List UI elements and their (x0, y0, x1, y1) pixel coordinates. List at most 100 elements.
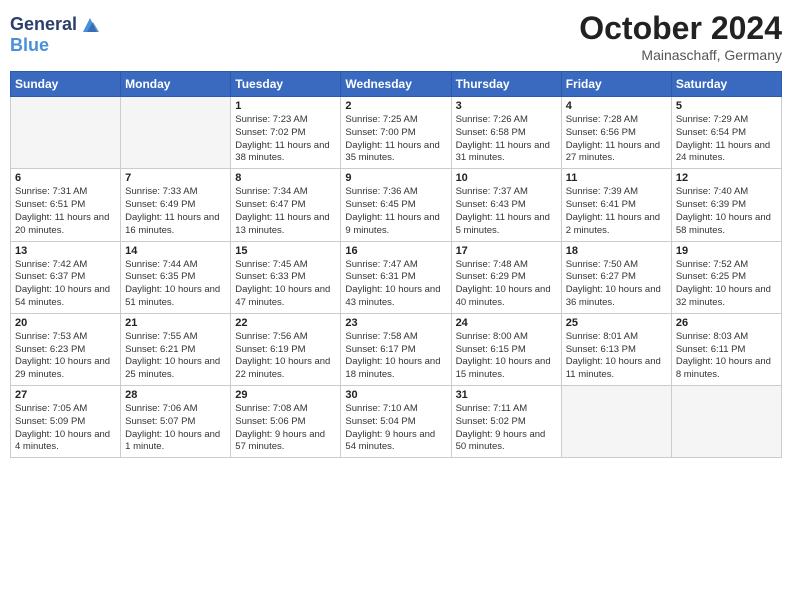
day-number: 14 (125, 245, 226, 257)
day-number: 1 (235, 100, 336, 112)
day-cell: 30 Sunrise: 7:10 AM Sunset: 5:04 PM Dayli… (341, 386, 451, 458)
day-cell (11, 97, 121, 169)
day-cell: 18 Sunrise: 7:50 AM Sunset: 6:27 PM Dayli… (561, 241, 671, 313)
day-info: Sunrise: 7:44 AM Sunset: 6:35 PM Dayligh… (125, 259, 226, 310)
week-row-1: 6 Sunrise: 7:31 AM Sunset: 6:51 PM Daylig… (11, 169, 782, 241)
day-info: Sunrise: 7:31 AM Sunset: 6:51 PM Dayligh… (15, 186, 116, 237)
logo-text: General Blue (10, 14, 101, 56)
day-number: 12 (676, 172, 777, 184)
day-info: Sunrise: 7:25 AM Sunset: 7:00 PM Dayligh… (345, 114, 446, 165)
day-number: 20 (15, 317, 116, 329)
day-info: Sunrise: 7:11 AM Sunset: 5:02 PM Dayligh… (456, 403, 557, 454)
day-info: Sunrise: 7:33 AM Sunset: 6:49 PM Dayligh… (125, 186, 226, 237)
day-cell: 22 Sunrise: 7:56 AM Sunset: 6:19 PM Dayli… (231, 313, 341, 385)
day-number: 15 (235, 245, 336, 257)
day-number: 7 (125, 172, 226, 184)
weekday-header-friday: Friday (561, 72, 671, 97)
day-cell: 19 Sunrise: 7:52 AM Sunset: 6:25 PM Dayli… (671, 241, 781, 313)
day-cell: 27 Sunrise: 7:05 AM Sunset: 5:09 PM Dayli… (11, 386, 121, 458)
day-info: Sunrise: 7:37 AM Sunset: 6:43 PM Dayligh… (456, 186, 557, 237)
day-info: Sunrise: 7:05 AM Sunset: 5:09 PM Dayligh… (15, 403, 116, 454)
day-number: 18 (566, 245, 667, 257)
day-number: 23 (345, 317, 446, 329)
day-cell (671, 386, 781, 458)
day-info: Sunrise: 7:50 AM Sunset: 6:27 PM Dayligh… (566, 259, 667, 310)
day-info: Sunrise: 7:39 AM Sunset: 6:41 PM Dayligh… (566, 186, 667, 237)
day-number: 11 (566, 172, 667, 184)
day-info: Sunrise: 7:23 AM Sunset: 7:02 PM Dayligh… (235, 114, 336, 165)
logo-icon (79, 14, 101, 36)
day-number: 25 (566, 317, 667, 329)
day-info: Sunrise: 7:29 AM Sunset: 6:54 PM Dayligh… (676, 114, 777, 165)
day-number: 16 (345, 245, 446, 257)
day-number: 2 (345, 100, 446, 112)
week-row-0: 1 Sunrise: 7:23 AM Sunset: 7:02 PM Daylig… (11, 97, 782, 169)
day-number: 19 (676, 245, 777, 257)
day-cell: 24 Sunrise: 8:00 AM Sunset: 6:15 PM Dayli… (451, 313, 561, 385)
page-header: General Blue October 2024 Mainaschaff, G… (10, 10, 782, 63)
day-info: Sunrise: 8:03 AM Sunset: 6:11 PM Dayligh… (676, 331, 777, 382)
day-info: Sunrise: 7:53 AM Sunset: 6:23 PM Dayligh… (15, 331, 116, 382)
day-cell: 12 Sunrise: 7:40 AM Sunset: 6:39 PM Dayli… (671, 169, 781, 241)
day-info: Sunrise: 8:01 AM Sunset: 6:13 PM Dayligh… (566, 331, 667, 382)
day-cell (121, 97, 231, 169)
day-cell: 29Sunrise: 7:08 AM Sunset: 5:06 PM Dayli… (231, 386, 341, 458)
day-cell: 13Sunrise: 7:42 AM Sunset: 6:37 PM Dayli… (11, 241, 121, 313)
day-info: Sunrise: 7:45 AM Sunset: 6:33 PM Dayligh… (235, 259, 336, 310)
day-cell: 16 Sunrise: 7:47 AM Sunset: 6:31 PM Dayli… (341, 241, 451, 313)
weekday-header-wednesday: Wednesday (341, 72, 451, 97)
day-info: Sunrise: 7:06 AM Sunset: 5:07 PM Dayligh… (125, 403, 226, 454)
day-info: Sunrise: 7:48 AM Sunset: 6:29 PM Dayligh… (456, 259, 557, 310)
day-cell: 2 Sunrise: 7:25 AM Sunset: 7:00 PM Daylig… (341, 97, 451, 169)
day-number: 3 (456, 100, 557, 112)
day-cell: 3Sunrise: 7:26 AM Sunset: 6:58 PM Daylig… (451, 97, 561, 169)
day-number: 6 (15, 172, 116, 184)
day-number: 26 (676, 317, 777, 329)
title-block: October 2024 Mainaschaff, Germany (579, 10, 782, 63)
week-row-3: 20 Sunrise: 7:53 AM Sunset: 6:23 PM Dayli… (11, 313, 782, 385)
day-info: Sunrise: 7:10 AM Sunset: 5:04 PM Dayligh… (345, 403, 446, 454)
day-number: 22 (235, 317, 336, 329)
day-cell: 10 Sunrise: 7:37 AM Sunset: 6:43 PM Dayli… (451, 169, 561, 241)
weekday-header-thursday: Thursday (451, 72, 561, 97)
day-cell: 6 Sunrise: 7:31 AM Sunset: 6:51 PM Daylig… (11, 169, 121, 241)
location: Mainaschaff, Germany (579, 47, 782, 63)
day-number: 10 (456, 172, 557, 184)
day-info: Sunrise: 7:36 AM Sunset: 6:45 PM Dayligh… (345, 186, 446, 237)
day-cell: 11 Sunrise: 7:39 AM Sunset: 6:41 PM Dayli… (561, 169, 671, 241)
day-info: Sunrise: 7:08 AM Sunset: 5:06 PM Dayligh… (235, 403, 336, 454)
day-number: 21 (125, 317, 226, 329)
day-info: Sunrise: 7:47 AM Sunset: 6:31 PM Dayligh… (345, 259, 446, 310)
day-number: 4 (566, 100, 667, 112)
month-year: October 2024 (579, 10, 782, 47)
day-number: 27 (15, 389, 116, 401)
day-cell: 20 Sunrise: 7:53 AM Sunset: 6:23 PM Dayli… (11, 313, 121, 385)
day-info: Sunrise: 7:52 AM Sunset: 6:25 PM Dayligh… (676, 259, 777, 310)
day-number: 31 (456, 389, 557, 401)
day-cell (561, 386, 671, 458)
week-row-4: 27 Sunrise: 7:05 AM Sunset: 5:09 PM Dayli… (11, 386, 782, 458)
day-cell: 26 Sunrise: 8:03 AM Sunset: 6:11 PM Dayli… (671, 313, 781, 385)
weekday-header-row: SundayMondayTuesdayWednesdayThursdayFrid… (11, 72, 782, 97)
weekday-header-monday: Monday (121, 72, 231, 97)
day-number: 5 (676, 100, 777, 112)
day-number: 24 (456, 317, 557, 329)
day-number: 30 (345, 389, 446, 401)
weekday-header-tuesday: Tuesday (231, 72, 341, 97)
day-cell: 21Sunrise: 7:55 AM Sunset: 6:21 PM Dayli… (121, 313, 231, 385)
day-info: Sunrise: 7:42 AM Sunset: 6:37 PM Dayligh… (15, 259, 116, 310)
day-info: Sunrise: 7:56 AM Sunset: 6:19 PM Dayligh… (235, 331, 336, 382)
day-cell: 25 Sunrise: 8:01 AM Sunset: 6:13 PM Dayli… (561, 313, 671, 385)
day-cell: 23Sunrise: 7:58 AM Sunset: 6:17 PM Dayli… (341, 313, 451, 385)
day-number: 17 (456, 245, 557, 257)
day-cell: 28 Sunrise: 7:06 AM Sunset: 5:07 PM Dayli… (121, 386, 231, 458)
weekday-header-sunday: Sunday (11, 72, 121, 97)
day-cell: 9Sunrise: 7:36 AM Sunset: 6:45 PM Daylig… (341, 169, 451, 241)
day-number: 28 (125, 389, 226, 401)
day-info: Sunrise: 7:40 AM Sunset: 6:39 PM Dayligh… (676, 186, 777, 237)
day-cell: 8Sunrise: 7:34 AM Sunset: 6:47 PM Daylig… (231, 169, 341, 241)
calendar-table: SundayMondayTuesdayWednesdayThursdayFrid… (10, 71, 782, 458)
day-cell: 15 Sunrise: 7:45 AM Sunset: 6:33 PM Dayli… (231, 241, 341, 313)
day-info: Sunrise: 8:00 AM Sunset: 6:15 PM Dayligh… (456, 331, 557, 382)
weekday-header-saturday: Saturday (671, 72, 781, 97)
